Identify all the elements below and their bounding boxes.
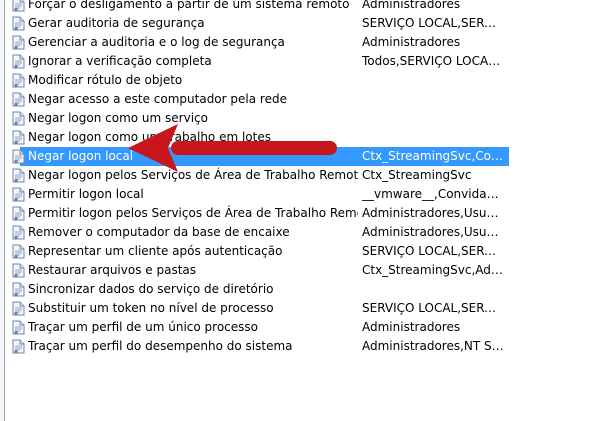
- security-setting: Administradores,Usuários: [362, 225, 504, 239]
- policy-document-icon: [12, 244, 25, 259]
- policy-name: Sincronizar dados do serviço de diretóri…: [28, 282, 274, 296]
- policy-row[interactable]: Traçar um perfil de um único processo Adm…: [5, 318, 612, 337]
- security-setting: Administradores: [362, 0, 461, 11]
- policy-row[interactable]: Substituir um token no nível de processo…: [5, 299, 612, 318]
- policy-document-icon: [12, 92, 25, 107]
- policy-row[interactable]: Ignorar a verificação completa Todos,SERV…: [5, 52, 612, 71]
- policy-name: Negar logon como um trabalho em lotes: [28, 130, 271, 144]
- policy-name: Traçar um perfil do desempenho do sistem…: [28, 339, 293, 353]
- policy-document-icon: [12, 54, 25, 69]
- security-setting: SERVIÇO LOCAL,SERVIÇ...: [362, 16, 504, 30]
- policy-row[interactable]: Remover o computador da base de encaixe A…: [5, 223, 612, 242]
- policy-row[interactable]: Traçar um perfil do desempenho do sistem…: [5, 337, 612, 356]
- policy-document-icon: [12, 301, 25, 316]
- policy-name: Permitir logon local: [28, 187, 144, 201]
- policy-name: Ignorar a verificação completa: [28, 54, 212, 68]
- policy-name: Negar logon pelos Serviços de Área de Tr…: [28, 168, 358, 182]
- policy-list: Forçar o desligamento a partir de um sis…: [5, 0, 612, 356]
- policy-row[interactable]: Negar logon como um trabalho em lotes: [5, 128, 612, 147]
- policy-row[interactable]: Modificar rótulo de objeto: [5, 71, 612, 90]
- security-setting: Administradores: [362, 320, 461, 334]
- policy-row[interactable]: Negar logon local Ctx_StreamingSvc,Convi.…: [5, 147, 612, 166]
- policy-document-icon: [12, 187, 25, 202]
- policy-document-icon: [12, 320, 25, 335]
- policy-document-icon: [12, 168, 25, 183]
- policy-row[interactable]: Permitir logon local __vmware__,Convidado…: [5, 185, 612, 204]
- policy-document-icon: [12, 263, 25, 278]
- policy-document-icon: [12, 73, 25, 88]
- policy-document-icon: [12, 282, 25, 297]
- policy-name: Forçar o desligamento a partir de um sis…: [28, 0, 350, 11]
- security-setting: Administradores: [362, 35, 461, 49]
- policy-row[interactable]: Negar logon pelos Serviços de Área de Tr…: [5, 166, 612, 185]
- security-setting: Ctx_StreamingSvc,Convi...: [362, 149, 504, 163]
- security-setting: Administradores,Usuári...: [362, 206, 504, 220]
- policy-document-icon: [12, 35, 25, 50]
- policy-name: Permitir logon pelos Serviços de Área de…: [28, 206, 358, 220]
- policy-document-icon: [12, 130, 25, 145]
- policy-document-icon: [12, 0, 25, 12]
- policy-name: Modificar rótulo de objeto: [28, 73, 183, 87]
- security-setting: __vmware__,Convidado,...: [362, 187, 504, 201]
- policy-name: Gerar auditoria de segurança: [28, 16, 205, 30]
- policy-name: Negar acesso a este computador pela rede: [28, 92, 287, 106]
- policy-name: Substituir um token no nível de processo: [28, 301, 274, 315]
- policy-row[interactable]: Restaurar arquivos e pastas Ctx_Streaming…: [5, 261, 612, 280]
- policy-name: Gerenciar a auditoria e o log de seguran…: [28, 35, 285, 49]
- policy-document-icon: [12, 206, 25, 221]
- policy-name: Remover o computador da base de encaixe: [28, 225, 290, 239]
- policy-document-icon: [12, 16, 25, 31]
- policy-row[interactable]: Gerenciar a auditoria e o log de seguran…: [5, 33, 612, 52]
- security-setting: Todos,SERVIÇO LOCAL,...: [362, 54, 504, 68]
- policy-row[interactable]: Negar acesso a este computador pela rede: [5, 90, 612, 109]
- security-setting: Ctx_StreamingSvc,Admi...: [362, 263, 504, 277]
- security-setting: SERVIÇO LOCAL,SERVIÇ...: [362, 301, 504, 315]
- policy-document-icon: [12, 225, 25, 240]
- policy-document-icon: [12, 149, 25, 164]
- policy-name: Negar logon como um serviço: [28, 111, 208, 125]
- policy-document-icon: [12, 339, 25, 354]
- policy-name: Restaurar arquivos e pastas: [28, 263, 197, 277]
- policy-row[interactable]: Forçar o desligamento a partir de um sis…: [5, 0, 612, 14]
- security-setting: SERVIÇO LOCAL,SERVIÇ...: [362, 244, 504, 258]
- policy-row[interactable]: Sincronizar dados do serviço de diretóri…: [5, 280, 612, 299]
- policy-row[interactable]: Representar um cliente após autenticação…: [5, 242, 612, 261]
- security-setting: Administradores,NT SER...: [362, 339, 504, 353]
- policy-name: Representar um cliente após autenticação: [28, 244, 283, 258]
- policy-document-icon: [12, 111, 25, 126]
- policy-row[interactable]: Gerar auditoria de segurança SERVIÇO LOCA…: [5, 14, 612, 33]
- policy-row[interactable]: Permitir logon pelos Serviços de Área de…: [5, 204, 612, 223]
- policy-name: Negar logon local: [28, 149, 134, 163]
- security-setting: Ctx_StreamingSvc: [362, 168, 472, 182]
- policy-row[interactable]: Negar logon como um serviço: [5, 109, 612, 128]
- policy-name: Traçar um perfil de um único processo: [28, 320, 258, 334]
